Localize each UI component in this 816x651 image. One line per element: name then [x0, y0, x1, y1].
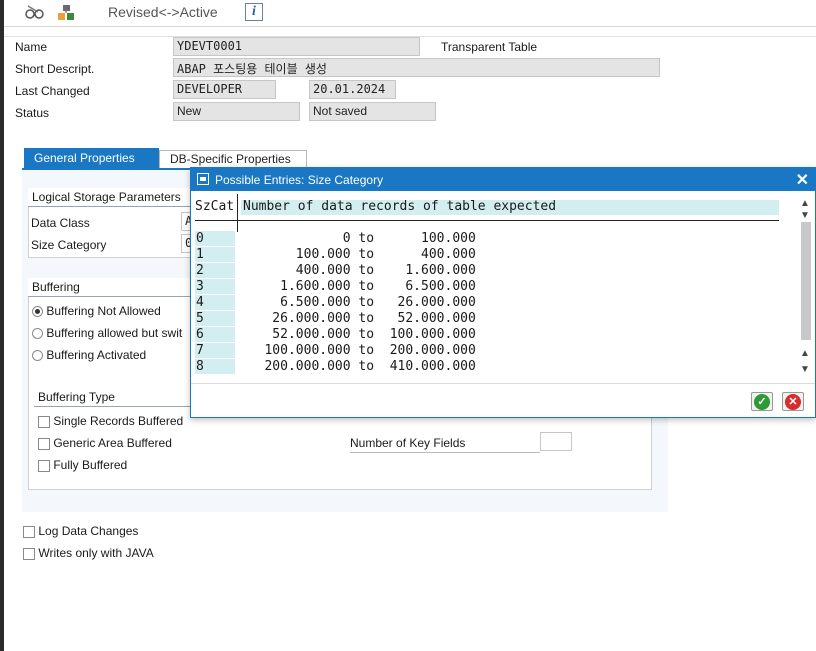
size-category-cell: 1 — [195, 247, 235, 262]
tab-db-specific-properties[interactable]: DB-Specific Properties — [159, 150, 307, 168]
size-category-cell: 8 — [195, 359, 235, 374]
possible-entries-dialog: Possible Entries: Size Category ✕ SzCat … — [190, 167, 816, 418]
log-data-changes-label: Log Data Changes — [38, 524, 139, 538]
status-field: New — [173, 102, 300, 121]
record-range-cell: 400.000 to 1.600.000 — [241, 263, 476, 278]
checkbox[interactable] — [23, 547, 35, 560]
logical-storage-title: Logical Storage Parameters — [28, 188, 198, 207]
list-item[interactable]: 0 0 to 100.000 — [191, 231, 791, 247]
buffering-allowed-label: Buffering allowed but swit — [46, 326, 183, 340]
name-field[interactable]: YDEVT0001 — [173, 37, 420, 56]
data-class-label: Data Class — [31, 216, 90, 230]
record-range-cell: 6.500.000 to 26.000.000 — [241, 295, 476, 310]
window-edge — [0, 0, 4, 651]
buffering-not-allowed-option[interactable]: Buffering Not Allowed — [32, 304, 161, 318]
checkbox[interactable] — [38, 459, 50, 472]
hierarchy-icon[interactable] — [56, 3, 78, 26]
list-item[interactable]: 8 200.000.000 to 410.000.000 — [191, 359, 791, 375]
info-icon[interactable]: i — [245, 3, 263, 21]
record-range-cell: 52.000.000 to 100.000.000 — [241, 327, 476, 342]
status-label: Status — [15, 106, 50, 120]
generic-area-option[interactable]: Generic Area Buffered — [38, 436, 172, 450]
radio-unselected[interactable] — [32, 350, 43, 362]
list-item[interactable]: 3 1.600.000 to 6.500.000 — [191, 279, 791, 295]
object-type-label: Transparent Table — [441, 40, 538, 54]
single-records-option[interactable]: Single Records Buffered — [38, 414, 183, 428]
dialog-title: Possible Entries: Size Category — [215, 173, 384, 187]
record-range-cell: 100.000 to 400.000 — [241, 247, 476, 262]
size-category-cell: 3 — [195, 279, 235, 294]
list-item[interactable]: 7 100.000.000 to 200.000.000 — [191, 343, 791, 359]
fully-buffered-label: Fully Buffered — [53, 458, 128, 472]
size-category-cell: 6 — [195, 327, 235, 342]
record-range-cell: 200.000.000 to 410.000.000 — [241, 359, 476, 374]
last-changed-user-field: DEVELOPER — [173, 80, 276, 99]
save-status-field: Not saved — [309, 102, 436, 121]
record-range-cell: 1.600.000 to 6.500.000 — [241, 279, 476, 294]
chevron-up-icon[interactable]: ▲ — [800, 198, 810, 209]
radio-selected[interactable] — [32, 306, 43, 318]
key-fields-field[interactable] — [540, 432, 572, 451]
cancel-icon: ✕ — [785, 394, 801, 410]
close-icon[interactable]: ✕ — [796, 170, 809, 190]
checkbox[interactable] — [23, 525, 35, 538]
column-header-szcat[interactable]: SzCat — [195, 199, 234, 214]
dialog-title-bar: Possible Entries: Size Category ✕ — [191, 168, 815, 191]
radio-unselected[interactable] — [32, 328, 43, 340]
application-toolbar: Revised<->Active i — [4, 0, 816, 27]
dialog-footer-separator — [191, 383, 815, 384]
checkbox[interactable] — [38, 437, 50, 450]
list-item[interactable]: 1 100.000 to 400.000 — [191, 247, 791, 263]
buffering-not-allowed-label: Buffering Not Allowed — [46, 304, 161, 318]
size-category-label: Size Category — [31, 238, 107, 252]
value-help-icon — [197, 173, 209, 185]
list-item[interactable]: 2 400.000 to 1.600.000 — [191, 263, 791, 279]
generic-area-label: Generic Area Buffered — [53, 436, 172, 450]
short-desc-label: Short Descript. — [15, 62, 95, 76]
toggle-revised-active-button[interactable]: Revised<->Active — [108, 4, 218, 20]
log-data-changes-option[interactable]: Log Data Changes — [23, 524, 138, 538]
record-range-cell: 100.000.000 to 200.000.000 — [241, 343, 476, 358]
scroll-thumb[interactable] — [801, 222, 811, 340]
chevron-up-icon[interactable]: ▲ — [800, 348, 810, 359]
buffering-allowed-switched-off-option[interactable]: Buffering allowed but swit — [32, 326, 182, 340]
name-label: Name — [15, 40, 48, 54]
record-range-cell: 0 to 100.000 — [241, 231, 476, 246]
chevron-down-icon[interactable]: ▼ — [800, 210, 810, 221]
record-range-cell: 26.000.000 to 52.000.000 — [241, 311, 476, 326]
entries-list: 0 0 to 100.000 1 100.000 to 400.000 2 400.… — [191, 231, 791, 376]
size-category-cell: 7 — [195, 343, 235, 358]
short-desc-field[interactable]: ABAP 포스팅용 테이블 생성 — [173, 58, 660, 77]
writes-only-java-option[interactable]: Writes only with JAVA — [23, 546, 154, 560]
key-fields-label: Number of Key Fields — [350, 436, 540, 453]
checkbox[interactable] — [38, 415, 50, 428]
list-item[interactable]: 5 26.000.000 to 52.000.000 — [191, 311, 791, 327]
last-changed-label: Last Changed — [15, 84, 90, 98]
buffering-activated-label: Buffering Activated — [46, 348, 147, 362]
vertical-scrollbar[interactable]: ▲ ▼ ▲ ▼ — [799, 198, 813, 378]
confirm-button[interactable]: ✓ — [751, 392, 773, 411]
single-records-label: Single Records Buffered — [53, 414, 184, 428]
buffering-title: Buffering — [28, 278, 193, 297]
list-item[interactable]: 4 6.500.000 to 26.000.000 — [191, 295, 791, 311]
buffering-type-title: Buffering Type — [34, 388, 194, 407]
header-underline — [195, 220, 779, 221]
size-category-cell: 2 — [195, 263, 235, 278]
fully-buffered-option[interactable]: Fully Buffered — [38, 458, 127, 472]
cancel-button[interactable]: ✕ — [782, 392, 804, 411]
writes-only-java-label: Writes only with JAVA — [38, 546, 154, 560]
column-header-description[interactable]: Number of data records of table expected — [241, 200, 779, 215]
chevron-down-icon[interactable]: ▼ — [800, 364, 810, 375]
last-changed-date-field: 20.01.2024 — [309, 80, 396, 99]
size-category-cell: 4 — [195, 295, 235, 310]
glasses-icon[interactable] — [24, 2, 46, 25]
size-category-cell: 5 — [195, 311, 235, 326]
tab-general-properties[interactable]: General Properties — [24, 148, 159, 168]
size-category-cell: 0 — [195, 231, 235, 246]
list-item[interactable]: 6 52.000.000 to 100.000.000 — [191, 327, 791, 343]
buffering-activated-option[interactable]: Buffering Activated — [32, 348, 146, 362]
check-icon: ✓ — [754, 394, 770, 410]
column-divider — [237, 194, 238, 232]
